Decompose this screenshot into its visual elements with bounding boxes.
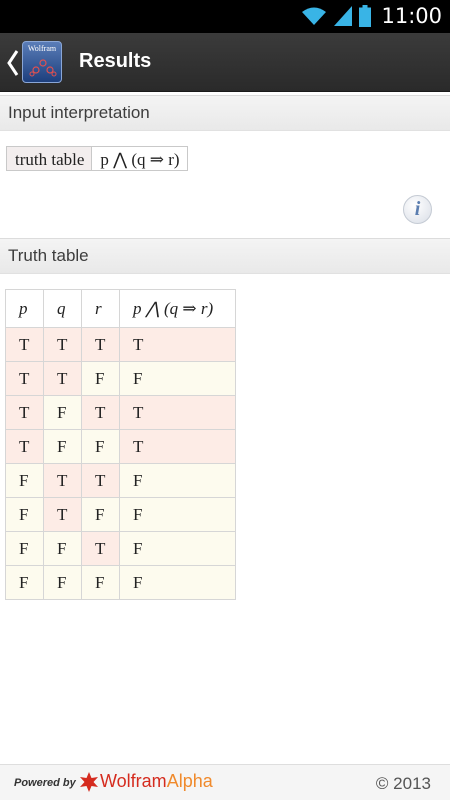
signal-icon — [334, 6, 353, 26]
table-cell-result: F — [119, 565, 236, 600]
table-cell-p: F — [5, 463, 44, 498]
action-bar: Wolfram Results — [0, 33, 450, 92]
footer: Powered by WolframAlpha © 2013 — [0, 764, 450, 800]
table-cell-result: F — [119, 531, 236, 566]
table-cell-result: T — [119, 395, 236, 430]
brand-wolfram: Wolfram — [100, 771, 167, 791]
table-row: FFFF — [5, 565, 236, 600]
table-cell-q: F — [43, 531, 82, 566]
header-expression: p ⋀ (q ⇒ r) — [119, 289, 236, 328]
table-cell-result: T — [119, 327, 236, 362]
table-cell-p: F — [5, 497, 44, 532]
chevron-left-icon[interactable] — [6, 48, 20, 78]
table-row: TTFF — [5, 361, 236, 396]
powered-by-text: Powered by — [14, 777, 76, 789]
table-cell-p: T — [5, 395, 44, 430]
table-cell-q: T — [43, 497, 82, 532]
wolfram-app-icon[interactable]: Wolfram — [22, 41, 62, 83]
table-cell-r: F — [81, 429, 120, 464]
truth-table: p q r p ⋀ (q ⇒ r) TTTTTTFFTFTTTFFTFTTFFT… — [5, 289, 236, 600]
wolfram-spikey-icon[interactable] — [78, 771, 100, 793]
table-cell-result: F — [119, 361, 236, 396]
page-title: Results — [79, 50, 152, 72]
table-cell-r: T — [81, 531, 120, 566]
table-cell-r: T — [81, 463, 120, 498]
interp-cell-function: truth table — [7, 147, 93, 170]
info-button[interactable]: i — [403, 195, 432, 224]
header-r: r — [81, 289, 120, 328]
table-cell-p: T — [5, 361, 44, 396]
table-cell-p: T — [5, 429, 44, 464]
pod-title-truth-table: Truth table — [8, 246, 89, 265]
pod-header-truth-table: Truth table — [0, 238, 450, 274]
header-q: q — [43, 289, 82, 328]
status-time: 11:00 — [381, 4, 442, 28]
status-icons: 11:00 — [301, 4, 442, 28]
status-bar: 11:00 — [0, 0, 450, 33]
table-row: TFTT — [5, 395, 236, 430]
brand-alpha: Alpha — [166, 771, 213, 791]
pod-header-input: Input interpretation — [0, 95, 450, 131]
input-interpretation: truth table p ⋀ (q ⇒ r) — [6, 146, 188, 171]
app-icon-label: Wolfram — [27, 44, 57, 53]
table-cell-result: T — [119, 429, 236, 464]
table-row: FFTF — [5, 531, 236, 566]
table-cell-p: F — [5, 565, 44, 600]
table-row: TTTT — [5, 327, 236, 362]
table-row: FTFF — [5, 497, 236, 532]
pod-title-input: Input interpretation — [8, 103, 150, 122]
table-row: TFFT — [5, 429, 236, 464]
table-header-row: p q r p ⋀ (q ⇒ r) — [5, 289, 236, 328]
wolfram-alpha-logo[interactable]: WolframAlpha — [100, 771, 213, 792]
table-cell-q: T — [43, 361, 82, 396]
table-cell-r: F — [81, 361, 120, 396]
table-cell-q: F — [43, 429, 82, 464]
table-cell-r: F — [81, 497, 120, 532]
table-cell-r: F — [81, 565, 120, 600]
table-row: FTTF — [5, 463, 236, 498]
table-cell-r: T — [81, 327, 120, 362]
wifi-icon — [302, 7, 327, 25]
app-icon-graphic — [29, 59, 57, 77]
table-cell-result: F — [119, 463, 236, 498]
interp-cell-expression: p ⋀ (q ⇒ r) — [92, 147, 187, 170]
table-cell-q: F — [43, 565, 82, 600]
table-cell-p: T — [5, 327, 44, 362]
table-cell-q: T — [43, 463, 82, 498]
table-cell-p: F — [5, 531, 44, 566]
table-cell-r: T — [81, 395, 120, 430]
battery-icon — [359, 5, 372, 27]
copyright: © 2013 — [375, 774, 431, 793]
header-p: p — [5, 289, 44, 328]
table-cell-q: F — [43, 395, 82, 430]
table-cell-q: T — [43, 327, 82, 362]
table-cell-result: F — [119, 497, 236, 532]
